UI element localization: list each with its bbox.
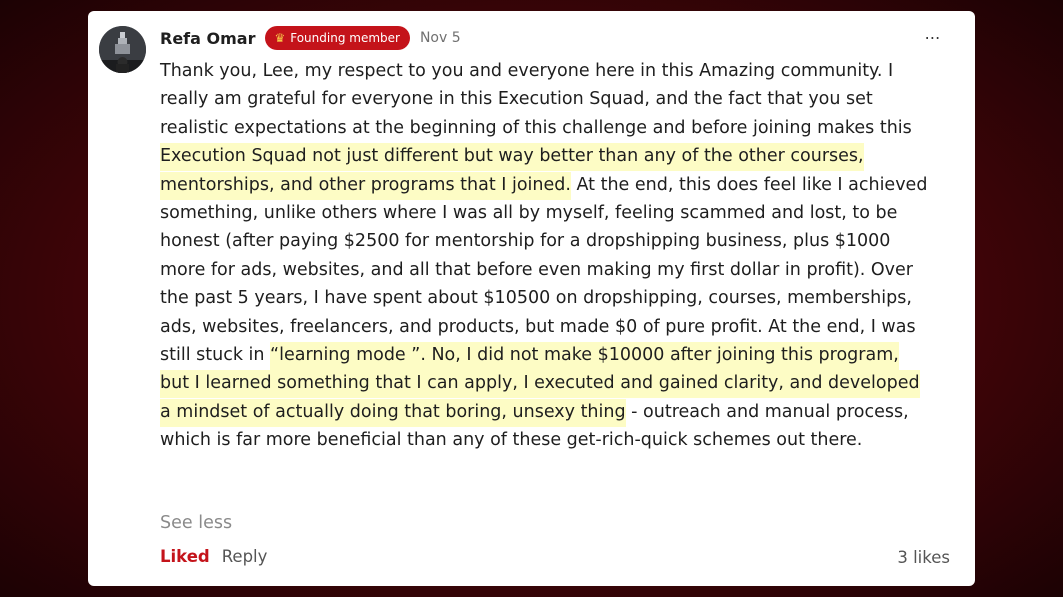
comment-body: Thank you, Lee, my respect to you and ev… <box>160 57 930 455</box>
avatar-photo <box>99 26 146 73</box>
likes-count[interactable]: 3 likes <box>897 548 950 567</box>
comment-header: Refa Omar ♛ Founding member Nov 5 <box>160 25 461 51</box>
more-options-icon[interactable]: ⋯ <box>921 27 945 47</box>
comment-text-part: Thank you, Lee, my respect to you and ev… <box>160 61 912 138</box>
reply-button[interactable]: Reply <box>222 547 268 566</box>
comment-text-part: At the end, this does feel like I achiev… <box>160 174 928 366</box>
comment-date[interactable]: Nov 5 <box>420 30 461 46</box>
comment-actions: Liked Reply <box>160 547 267 566</box>
badge-label: Founding member <box>290 31 400 45</box>
author-name[interactable]: Refa Omar <box>160 29 255 48</box>
comment-card: Refa Omar ♛ Founding member Nov 5 ⋯ Than… <box>88 11 975 586</box>
see-less-link[interactable]: See less <box>160 513 232 533</box>
founding-member-badge: ♛ Founding member <box>265 26 410 50</box>
liked-button[interactable]: Liked <box>160 547 210 566</box>
avatar[interactable] <box>99 26 146 73</box>
crown-icon: ♛ <box>274 31 286 45</box>
